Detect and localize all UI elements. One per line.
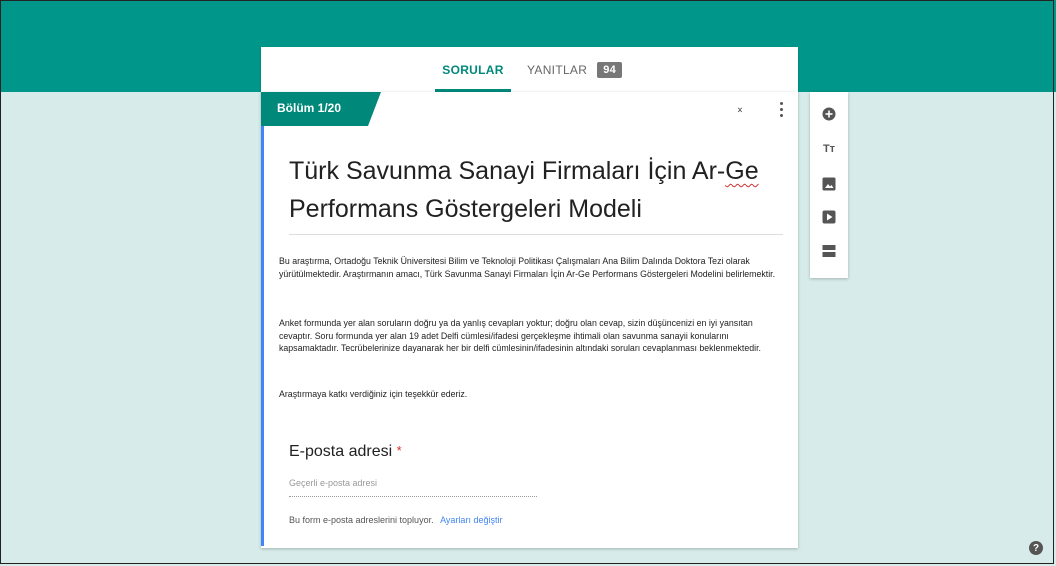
- form-title-part2: Performans Göstergeleri Modeli: [289, 195, 642, 223]
- side-toolbar: Tт: [810, 92, 848, 278]
- tab-questions-label: SORULAR: [442, 62, 504, 77]
- email-input[interactable]: Geçerli e-posta adresi: [289, 478, 537, 497]
- email-note-text: Bu form e-posta adreslerini topluyor.: [289, 515, 434, 525]
- section-label: Bölüm 1/20: [277, 101, 342, 115]
- email-collection-note: Bu form e-posta adreslerini topluyor. Ay…: [289, 515, 502, 525]
- help-icon[interactable]: ?: [1029, 541, 1043, 555]
- more-options-icon[interactable]: [778, 102, 784, 120]
- section-label-tag: Bölüm 1/20: [261, 92, 381, 126]
- email-question-label: E-posta adresi: [289, 443, 393, 460]
- tabs-card: SORULAR YANITLAR 94: [261, 47, 798, 92]
- responses-count-badge: 94: [597, 61, 623, 78]
- collapse-section-icon[interactable]: ⌄ ⌃: [734, 103, 746, 120]
- email-question-title: E-posta adresi *: [289, 443, 402, 461]
- form-description-paragraph-1[interactable]: Bu araştırma, Ortadoğu Teknik Üniversite…: [279, 255, 787, 280]
- add-image-icon[interactable]: [821, 176, 837, 192]
- tab-responses-label: YANITLAR: [527, 62, 588, 77]
- active-card-indicator: [261, 126, 264, 546]
- form-description-paragraph-2[interactable]: Anket formunda yer alan soruların doğru …: [279, 317, 787, 355]
- add-video-icon[interactable]: [821, 209, 837, 225]
- required-asterisk: *: [396, 443, 402, 458]
- tab-questions[interactable]: SORULAR: [435, 47, 511, 92]
- form-title[interactable]: Türk Savunma Sanayi Firmaları İçin Ar-Ge…: [289, 152, 783, 235]
- change-settings-link[interactable]: Ayarları değiştir: [440, 515, 502, 525]
- add-question-icon[interactable]: [821, 106, 837, 122]
- add-title-icon[interactable]: Tт: [821, 141, 837, 157]
- add-section-icon[interactable]: [821, 243, 837, 259]
- section-card: Bölüm 1/20 ⌄ ⌃ Türk Savunma Sanayi Firmal…: [261, 92, 798, 548]
- form-title-part1: Türk Savunma Sanayi Firmaları İçin Ar-: [289, 157, 726, 185]
- form-description-paragraph-3[interactable]: Araştırmaya katkı verdiğiniz için teşekk…: [279, 388, 787, 401]
- form-title-misspelled: Ge: [725, 157, 759, 185]
- tab-responses[interactable]: YANITLAR 94: [527, 47, 623, 92]
